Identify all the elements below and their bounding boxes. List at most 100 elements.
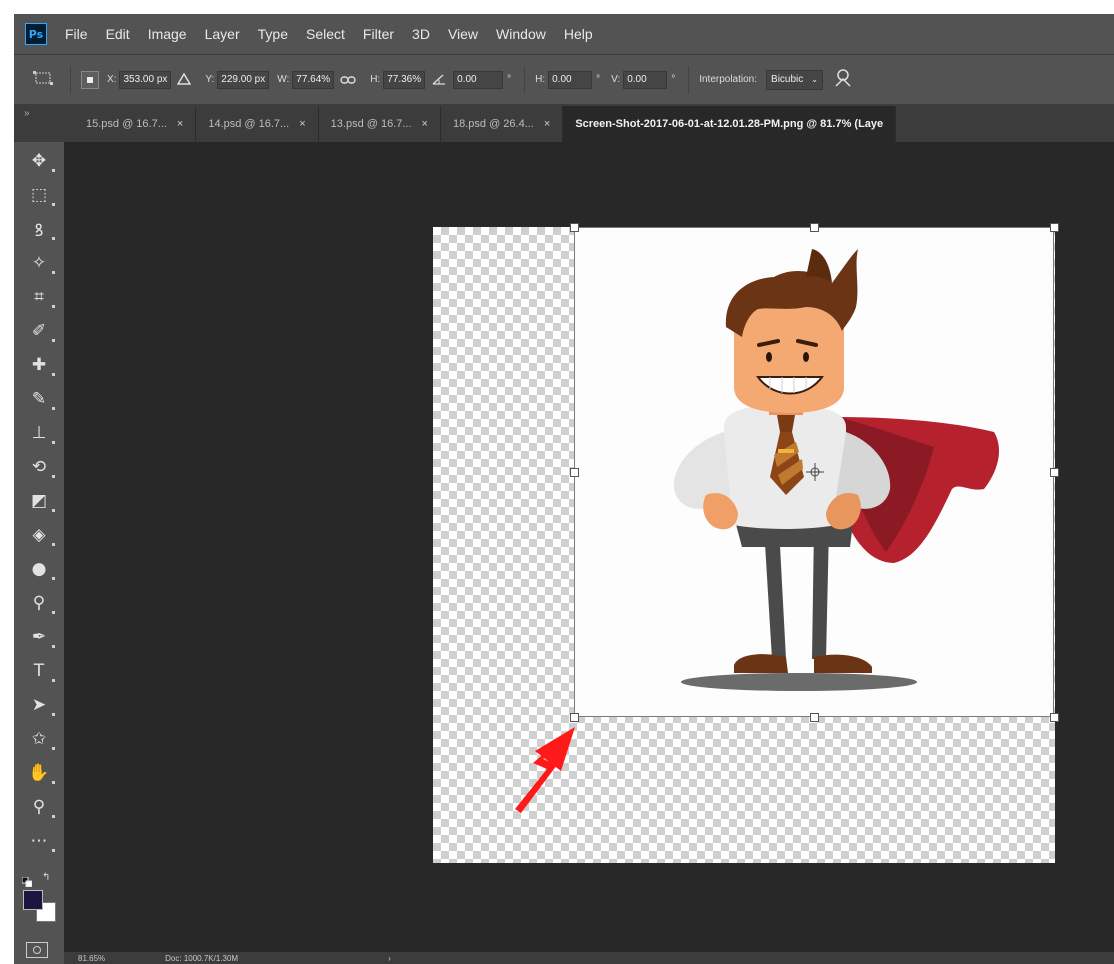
menu-3d[interactable]: 3D [412,26,430,42]
menu-select[interactable]: Select [306,26,345,42]
tab-label: 18.psd @ 26.4... [452,118,534,130]
photoshop-window: Ps File Edit Image Layer Type Select Fil… [14,14,1114,964]
close-icon[interactable]: × [299,118,305,130]
tab-label: 13.psd @ 16.7... [330,118,412,130]
menu-image[interactable]: Image [148,26,187,42]
width-field[interactable]: 77.64% [292,70,335,89]
status-bar: 81.65% Doc: 1000.7K/1.30M › [64,952,1114,964]
healing-brush-icon[interactable]: ✚ [26,352,55,378]
h-skew-field[interactable]: 0.00 [548,70,593,89]
more-tools-icon[interactable]: ⋯ [26,828,55,854]
handle-middle-right[interactable] [1050,468,1059,477]
tab-label: Screen-Shot-2017-06-01-at-12.01.28-PM.pn… [575,118,884,130]
menu-window[interactable]: Window [496,26,546,42]
document-tab[interactable]: 18.psd @ 26.4... × [440,106,564,142]
handle-middle-left[interactable] [570,468,579,477]
paint-bucket-icon[interactable]: ◈ [26,522,55,548]
menu-type[interactable]: Type [258,26,288,42]
brush-tool-icon[interactable]: ✎ [26,386,55,412]
hand-tool-icon[interactable]: ✋ [26,760,55,786]
zoom-level[interactable]: 81.65% [78,954,105,963]
dodge-tool-icon[interactable]: ⚲ [26,590,55,616]
type-tool-icon[interactable]: T [26,658,55,684]
transform-bounding-box [574,227,1054,717]
handle-bottom-left[interactable] [570,713,579,722]
swap-colors-icon[interactable]: ↰ [42,872,50,883]
blur-tool-icon[interactable]: ● [26,556,55,582]
eyedropper-icon[interactable]: ✐ [26,318,55,344]
menu-layer[interactable]: Layer [205,26,240,42]
v-skew-field[interactable]: 0.00 [623,70,668,89]
interpolation-dropdown[interactable]: Bicubic ⌄ [766,69,823,90]
history-brush-glyph: ⟲ [31,457,47,477]
y-field[interactable]: 229.00 px [217,70,270,89]
document-tab-bar: » 15.psd @ 16.7... × 14.psd @ 16.7... × … [14,104,1114,142]
menu-filter[interactable]: Filter [363,26,394,42]
close-icon[interactable]: × [177,118,183,130]
document-tab[interactable]: 15.psd @ 16.7... × [74,106,197,142]
x-field[interactable]: 353.00 px [119,70,172,89]
document-tab-active[interactable]: Screen-Shot-2017-06-01-at-12.01.28-PM.pn… [563,106,897,142]
tool-group-indicator [52,849,55,852]
menu-file[interactable]: File [65,26,88,42]
tool-group-indicator [52,339,55,342]
lasso-tool-icon[interactable]: ꝸ [26,216,55,242]
default-colors-icon[interactable] [21,872,33,888]
foreground-color-swatch[interactable] [23,890,43,910]
quick-mask-icon[interactable] [26,942,48,958]
menu-help[interactable]: Help [564,26,593,42]
v-skew-unit: ° [671,74,676,85]
delta-icon[interactable] [177,72,192,88]
crop-tool-icon[interactable]: ⌗ [26,284,55,310]
reference-point-icon[interactable] [81,70,99,89]
eraser-tool-icon[interactable]: ◩ [26,488,55,514]
document-canvas[interactable] [433,223,1059,863]
handle-top-center[interactable] [810,223,819,232]
close-icon[interactable]: × [544,118,550,130]
path-select-icon[interactable]: ➤ [26,692,55,718]
rotate-angle-field[interactable]: 0.00 [453,70,504,89]
history-brush-icon[interactable]: ⟲ [26,454,55,480]
menu-edit[interactable]: Edit [106,26,130,42]
pen-tool-glyph: ✒ [31,627,47,647]
clone-stamp-glyph: ⊥ [31,423,47,443]
document-tab[interactable]: 13.psd @ 16.7... × [318,106,441,142]
options-bar: X: 353.00 px Y: 229.00 px W: 77.64% H: 7… [14,54,1114,104]
zoom-tool-icon[interactable]: ⚲ [26,794,55,820]
transform-tool-icon[interactable] [32,70,54,89]
document-size: Doc: 1000.7K/1.30M [165,953,239,963]
magic-wand-icon[interactable]: ✧ [26,250,55,276]
status-menu-arrow-icon[interactable]: › [388,954,391,963]
document-tab[interactable]: 14.psd @ 16.7... × [196,106,319,142]
pen-tool-icon[interactable]: ✒ [26,624,55,650]
tool-group-indicator [52,203,55,206]
marquee-tool-glyph: ⬚ [30,185,48,205]
collapse-panel-icon[interactable]: » [24,108,30,119]
warp-icon[interactable] [833,68,853,91]
marquee-tool-icon[interactable]: ⬚ [26,182,55,208]
tool-group-indicator [52,611,55,614]
more-tools-glyph: ⋯ [30,831,48,851]
move-tool-icon[interactable]: ✥ [26,148,55,174]
link-icon[interactable] [340,72,356,88]
tab-label: 15.psd @ 16.7... [86,118,167,130]
custom-shape-icon[interactable]: ✩ [26,726,55,752]
handle-top-left[interactable] [570,223,579,232]
v-skew-label: V: [611,74,621,85]
handle-top-right[interactable] [1050,223,1059,232]
brush-tool-glyph: ✎ [31,389,47,409]
paint-bucket-glyph: ◈ [32,525,46,545]
eyedropper-glyph: ✐ [31,321,47,341]
tool-group-indicator [52,713,55,716]
height-field[interactable]: 77.36% [383,70,426,89]
menu-view[interactable]: View [448,26,478,42]
handle-bottom-center[interactable] [810,713,819,722]
clone-stamp-icon[interactable]: ⊥ [26,420,55,446]
canvas-area[interactable] [64,142,1114,952]
tool-group-indicator [52,781,55,784]
move-tool-glyph: ✥ [31,151,47,171]
close-icon[interactable]: × [422,118,428,130]
tool-group-indicator [52,169,55,172]
w-label: W: [277,74,290,85]
handle-bottom-right[interactable] [1050,713,1059,722]
